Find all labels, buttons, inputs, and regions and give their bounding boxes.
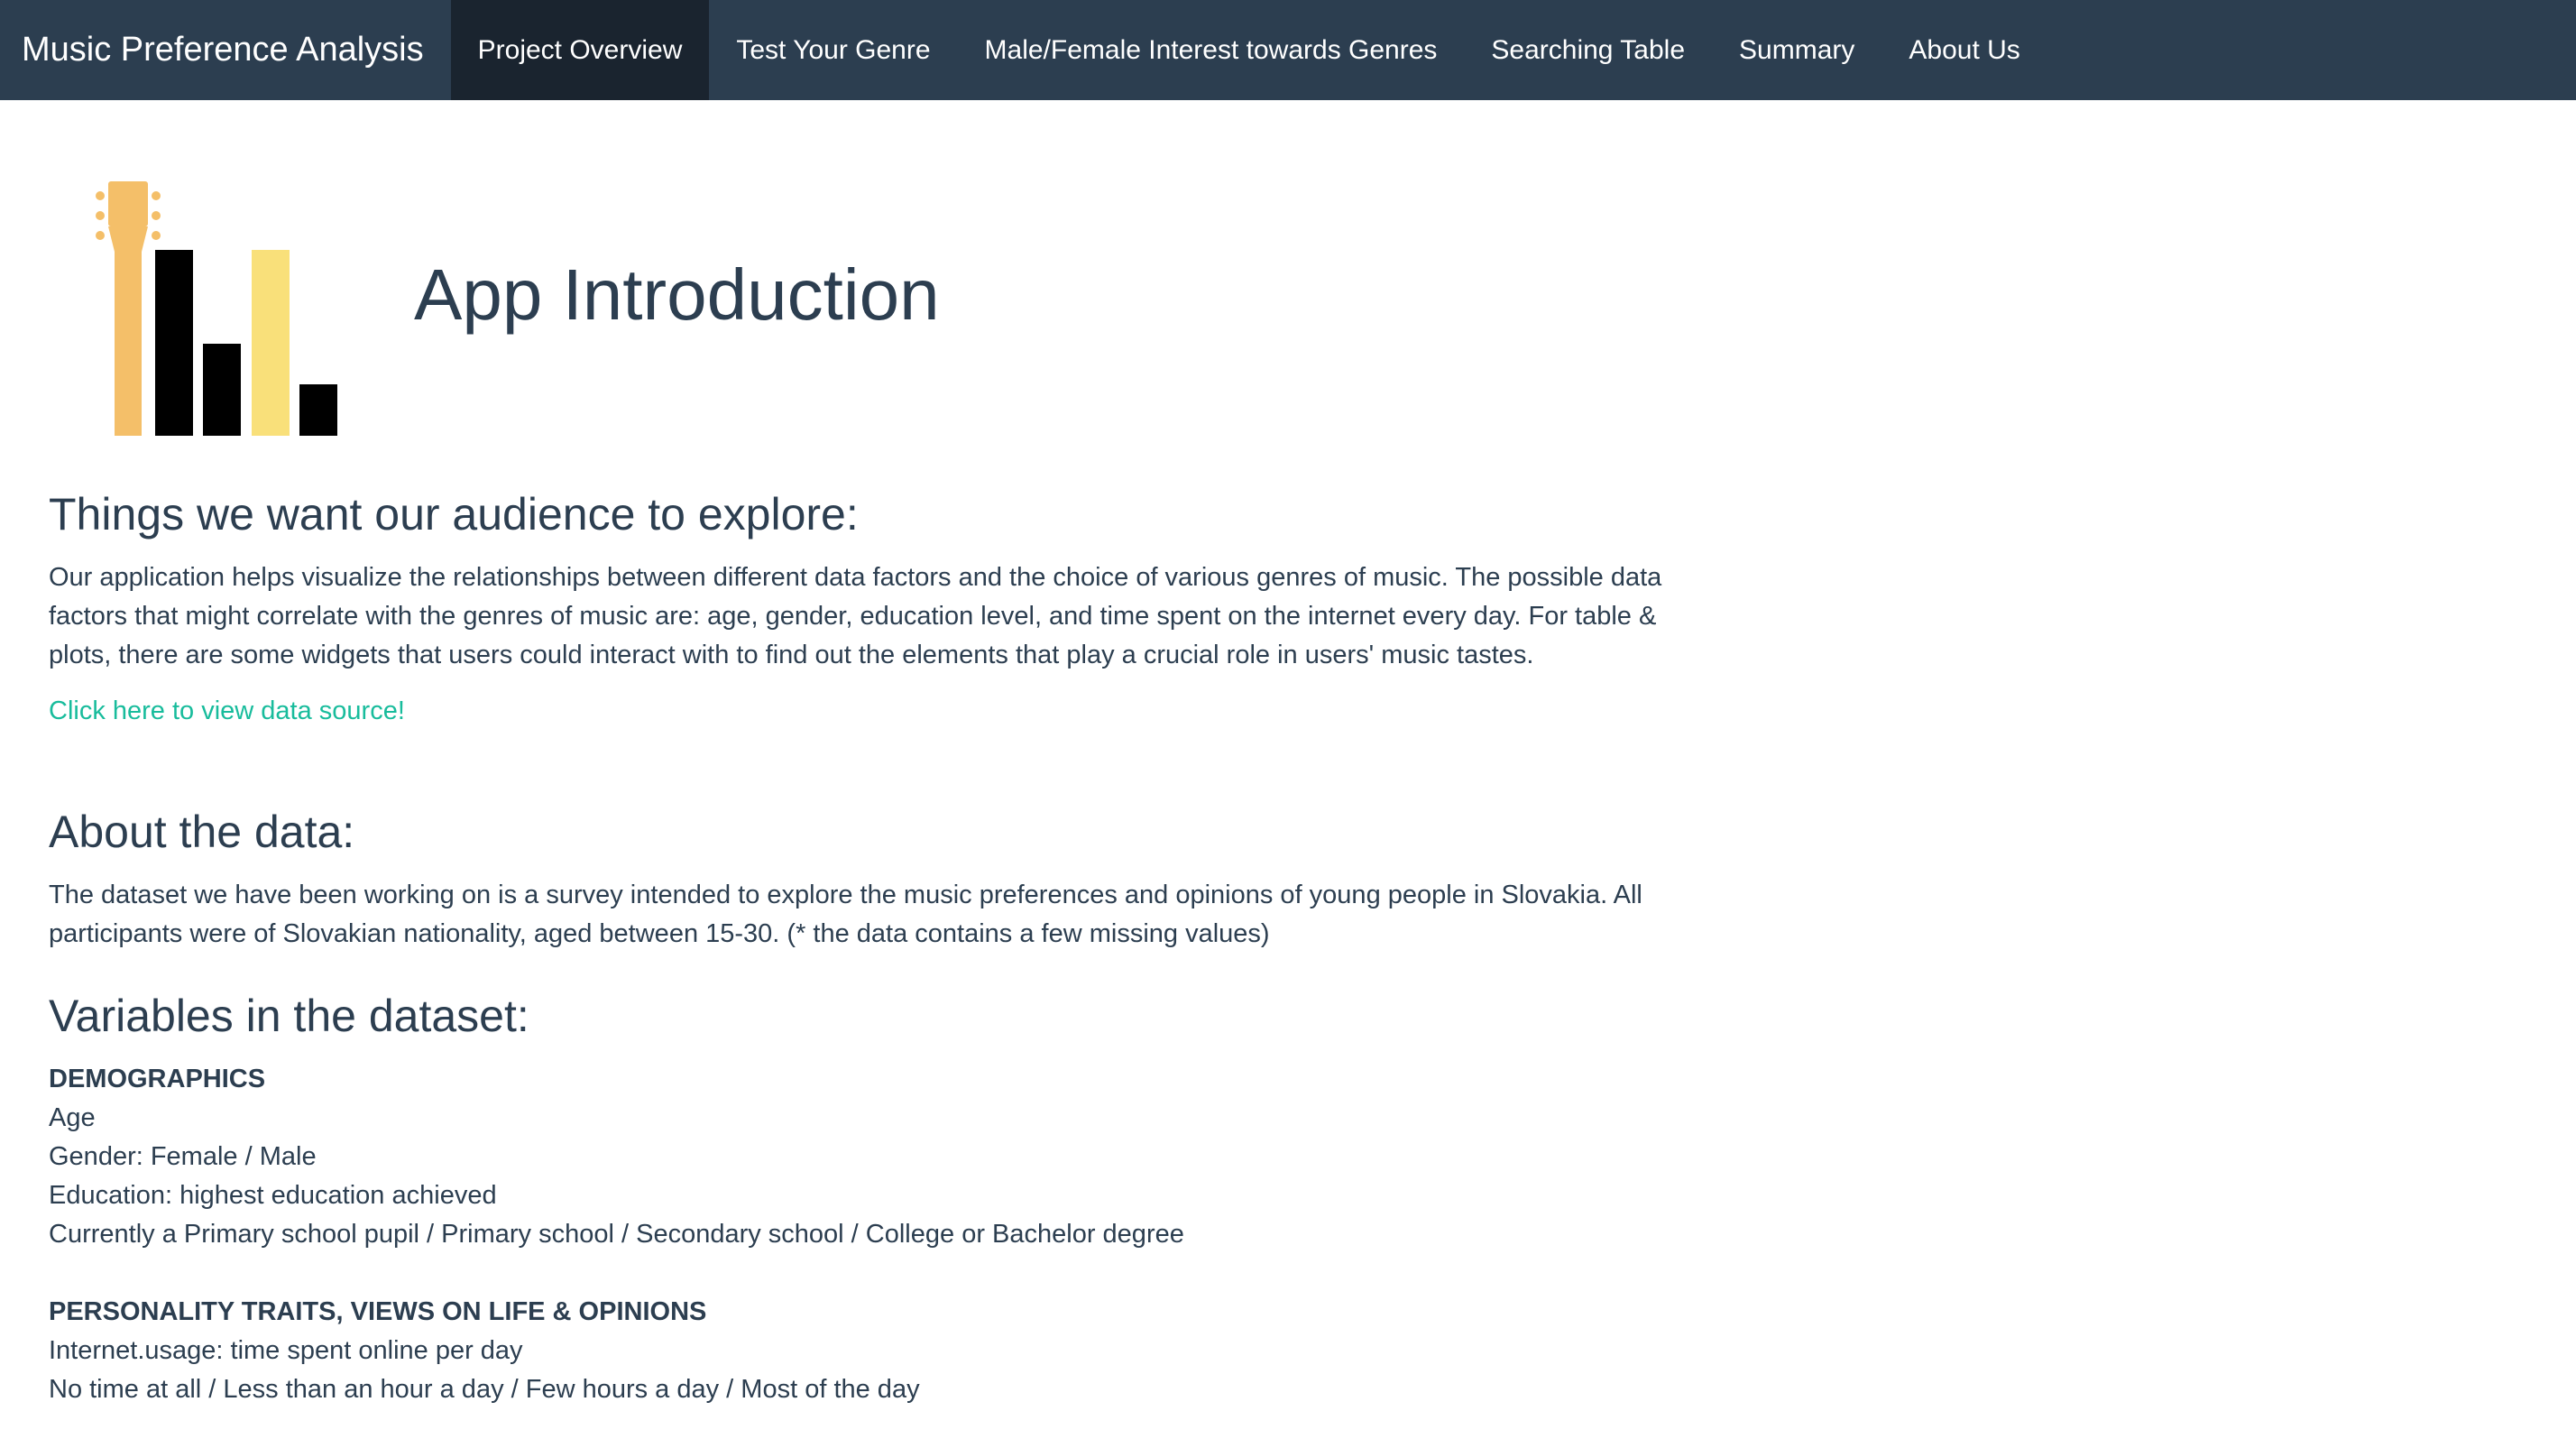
variable-line: No time at all / Less than an hour a day… [49,1375,920,1404]
variable-group-title: DEMOGRAPHICS [49,1065,266,1093]
explore-heading: Things we want our audience to explore: [49,489,859,540]
tab-male-female-interest[interactable]: Male/Female Interest towards Genres [958,0,1465,100]
data-source-link[interactable]: Click here to view data source! [49,696,405,726]
tab-about-us[interactable]: About Us [1881,0,2047,100]
explore-body: Our application helps visualize the rela… [49,563,1662,669]
variable-line: Education: highest education achieved [49,1181,497,1210]
tab-searching-table[interactable]: Searching Table [1464,0,1712,100]
explore-section: Things we want our audience to explore: … [49,488,1708,766]
top-navbar: Music Preference Analysis Project Overvi… [0,0,2576,100]
app-brand[interactable]: Music Preference Analysis [0,0,451,100]
variable-group-personality: PERSONALITY TRAITS, VIEWS ON LIFE & OPIN… [49,1293,1708,1409]
tab-project-overview[interactable]: Project Overview [450,0,710,100]
variable-line: Age [49,1103,96,1132]
page-title: App Introduction [414,254,940,335]
tab-summary[interactable]: Summary [1712,0,1881,100]
guitar-bars-logo-icon [96,181,337,436]
about-data-section: About the data: The dataset we have been… [49,806,1708,954]
variable-line: Internet.usage: time spent online per da… [49,1336,523,1365]
about-data-heading: About the data: [49,807,355,857]
tab-test-your-genre[interactable]: Test Your Genre [709,0,957,100]
variable-line: Gender: Female / Male [49,1142,317,1171]
hero-section: App Introduction [49,100,1708,488]
variables-heading: Variables in the dataset: [49,991,529,1041]
about-data-body: The dataset we have been working on is a… [49,881,1642,948]
variables-section: Variables in the dataset: DEMOGRAPHICS A… [49,990,1708,1409]
variable-group-demographics: DEMOGRAPHICS Age Gender: Female / Male E… [49,1060,1708,1254]
main-content: App Introduction Things we want our audi… [49,100,1708,1448]
variable-line: Currently a Primary school pupil / Prima… [49,1220,1184,1249]
variable-group-title: PERSONALITY TRAITS, VIEWS ON LIFE & OPIN… [49,1297,707,1326]
